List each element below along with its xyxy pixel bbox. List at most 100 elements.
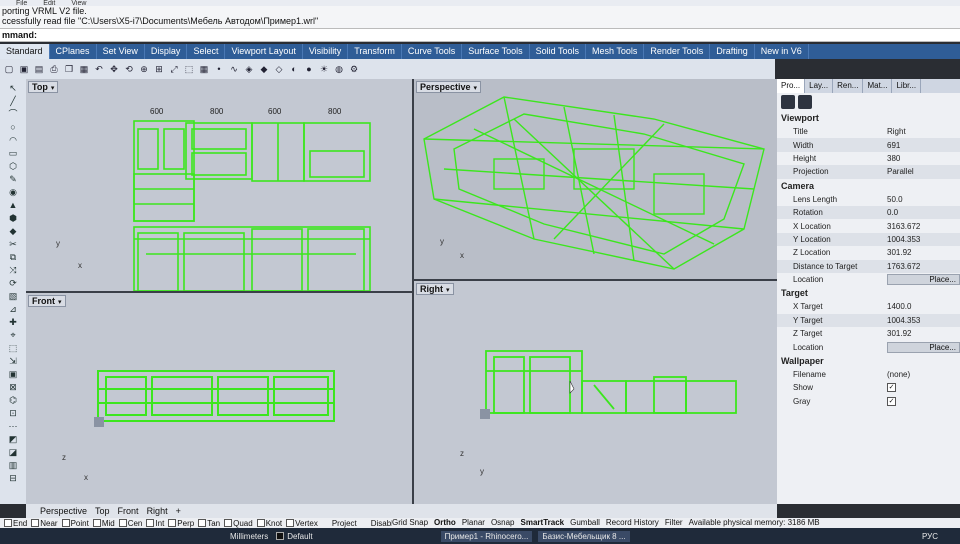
viewport-perspective[interactable]: Perspective ▾ y x	[414, 79, 777, 279]
osnap-checkbox[interactable]	[198, 519, 207, 528]
tab-mesh-tools[interactable]: Mesh Tools	[586, 44, 645, 59]
viewport-right[interactable]: Right ▾ z y	[414, 281, 777, 504]
camera-prop-value[interactable]: 3163.672	[887, 222, 960, 231]
wallpaper-gray-checkbox[interactable]: ✓	[887, 396, 896, 406]
osnap-checkbox[interactable]	[286, 519, 295, 528]
language-indicator[interactable]: РУС	[922, 532, 938, 541]
surface-icon[interactable]: ◈	[242, 62, 256, 76]
tab-solid-tools[interactable]: Solid Tools	[530, 44, 586, 59]
tab-display[interactable]: Display	[145, 44, 188, 59]
left-tool-icon-24[interactable]: ⊠	[4, 381, 22, 393]
tab-curve-tools[interactable]: Curve Tools	[402, 44, 463, 59]
camera-icon[interactable]	[781, 95, 795, 109]
left-tool-icon-12[interactable]: ◆	[4, 225, 22, 237]
layer-label[interactable]: Default	[287, 532, 312, 541]
osnap-item[interactable]: Quad	[224, 519, 253, 528]
view-tab-1[interactable]: Top	[95, 506, 110, 516]
osnap-checkbox[interactable]	[61, 519, 70, 528]
left-tool-icon-17[interactable]: ▧	[4, 290, 22, 302]
status-toggle[interactable]: Gumball	[570, 518, 600, 528]
open-icon[interactable]: ▣	[17, 62, 31, 76]
osnap-item[interactable]: Tan	[198, 519, 220, 528]
paste-icon[interactable]: ▦	[77, 62, 91, 76]
globe-icon[interactable]: ◍	[332, 62, 346, 76]
wallpaper-filename-value[interactable]: (none)	[887, 370, 960, 379]
target-place-button[interactable]: Place...	[887, 341, 960, 353]
left-tool-icon-29[interactable]: ◪	[4, 446, 22, 458]
left-tool-icon-22[interactable]: ⇲	[4, 355, 22, 367]
viewport-props-icon[interactable]	[798, 95, 812, 109]
osnap-checkbox[interactable]	[118, 519, 127, 528]
camera-prop-value[interactable]: 301.92	[887, 248, 960, 257]
osnap-item[interactable]: Vertex	[286, 519, 318, 528]
osnap-item[interactable]: Point	[61, 519, 89, 528]
view-tab-2[interactable]: Front	[118, 506, 139, 516]
tab-cplanes[interactable]: CPlanes	[50, 44, 97, 59]
status-toggle[interactable]: Planar	[462, 518, 485, 528]
viewport-top[interactable]: Top ▾ 600 800 600 800 y x	[26, 79, 412, 291]
left-tool-icon-19[interactable]: ✚	[4, 316, 22, 328]
zoom-icon[interactable]: ⊕	[137, 62, 151, 76]
left-tool-icon-28[interactable]: ◩	[4, 433, 22, 445]
target-prop-value[interactable]: 1400.0	[887, 302, 960, 311]
left-tool-icon-2[interactable]: ╱	[4, 95, 22, 107]
viewport-prop-value[interactable]: 380	[887, 154, 960, 163]
wallpaper-show-checkbox[interactable]: ✓	[887, 383, 896, 393]
command-prompt[interactable]: mmand:	[0, 28, 960, 42]
osnap-checkbox[interactable]	[92, 519, 101, 528]
left-tool-icon-8[interactable]: ✎	[4, 173, 22, 185]
osnap-item[interactable]: Cen	[118, 519, 142, 528]
left-tool-icon-7[interactable]: ⬡	[4, 160, 22, 172]
light-icon[interactable]: ☀	[317, 62, 331, 76]
osnap-checkbox[interactable]	[168, 519, 177, 528]
undo-icon[interactable]: ↶	[92, 62, 106, 76]
left-tool-icon-1[interactable]: ↖	[4, 82, 22, 94]
osnap-item[interactable]: Perp	[168, 519, 194, 528]
left-tool-icon-11[interactable]: ⬢	[4, 212, 22, 224]
left-tool-icon-31[interactable]: ⊟	[4, 472, 22, 484]
osnap-item[interactable]: Knot	[256, 519, 282, 528]
panel-tab-2[interactable]: Ren...	[833, 79, 864, 93]
mesh-icon[interactable]: ◇	[272, 62, 286, 76]
left-tool-icon-27[interactable]: ⋯	[4, 420, 22, 432]
left-tool-icon-5[interactable]: ◠	[4, 134, 22, 146]
left-tool-icon-23[interactable]: ▣	[4, 368, 22, 380]
tab-drafting[interactable]: Drafting	[710, 44, 755, 59]
camera-place-button[interactable]: Place...	[887, 274, 960, 286]
taskbar-rhino[interactable]: Пример1 - Rhinocero...	[440, 530, 533, 542]
camera-prop-value[interactable]: 1763.672	[887, 262, 960, 271]
status-toggle[interactable]: Filter	[665, 518, 683, 528]
grid-icon[interactable]: ▦	[197, 62, 211, 76]
zoom-extents-icon[interactable]: ⤢	[167, 62, 181, 76]
left-tool-icon-3[interactable]: ⌒	[4, 108, 22, 120]
osnap-checkbox[interactable]	[224, 519, 233, 528]
viewport-prop-value[interactable]: Parallel	[887, 167, 960, 176]
left-tool-icon-20[interactable]: ⌖	[4, 329, 22, 341]
tab-set-view[interactable]: Set View	[97, 44, 145, 59]
units-label[interactable]: Millimeters	[230, 532, 268, 541]
curve-icon[interactable]: ∿	[227, 62, 241, 76]
copy-icon[interactable]: ❐	[62, 62, 76, 76]
view-tab-0[interactable]: Perspective	[40, 506, 87, 516]
osnap-checkbox[interactable]	[146, 519, 155, 528]
status-toggle[interactable]: Record History	[606, 518, 659, 528]
osnap-checkbox[interactable]	[256, 519, 265, 528]
left-tool-icon-9[interactable]: ◉	[4, 186, 22, 198]
new-icon[interactable]: ▢	[2, 62, 16, 76]
left-tool-icon-25[interactable]: ⌬	[4, 394, 22, 406]
viewport-label-perspective[interactable]: Perspective ▾	[416, 81, 482, 93]
left-tool-icon-4[interactable]: ○	[4, 121, 22, 133]
taskbar-bazis[interactable]: Базис-Мебельщик 8 ...	[538, 530, 630, 542]
status-toggle[interactable]: Grid Snap	[392, 518, 428, 528]
pan-icon[interactable]: ✥	[107, 62, 121, 76]
viewport-front[interactable]: Front ▾ z x	[26, 293, 412, 504]
left-tool-icon-16[interactable]: ⟳	[4, 277, 22, 289]
status-toggle[interactable]: SmartTrack	[521, 518, 565, 528]
camera-prop-value[interactable]: 50.0	[887, 195, 960, 204]
osnap-item[interactable]: Mid	[92, 519, 115, 528]
left-tool-icon-14[interactable]: ⧉	[4, 251, 22, 263]
point-icon[interactable]: •	[212, 62, 226, 76]
panel-tab-4[interactable]: Libr...	[892, 79, 922, 93]
panel-tab-3[interactable]: Mat...	[863, 79, 893, 93]
left-tool-icon-30[interactable]: ▥	[4, 459, 22, 471]
